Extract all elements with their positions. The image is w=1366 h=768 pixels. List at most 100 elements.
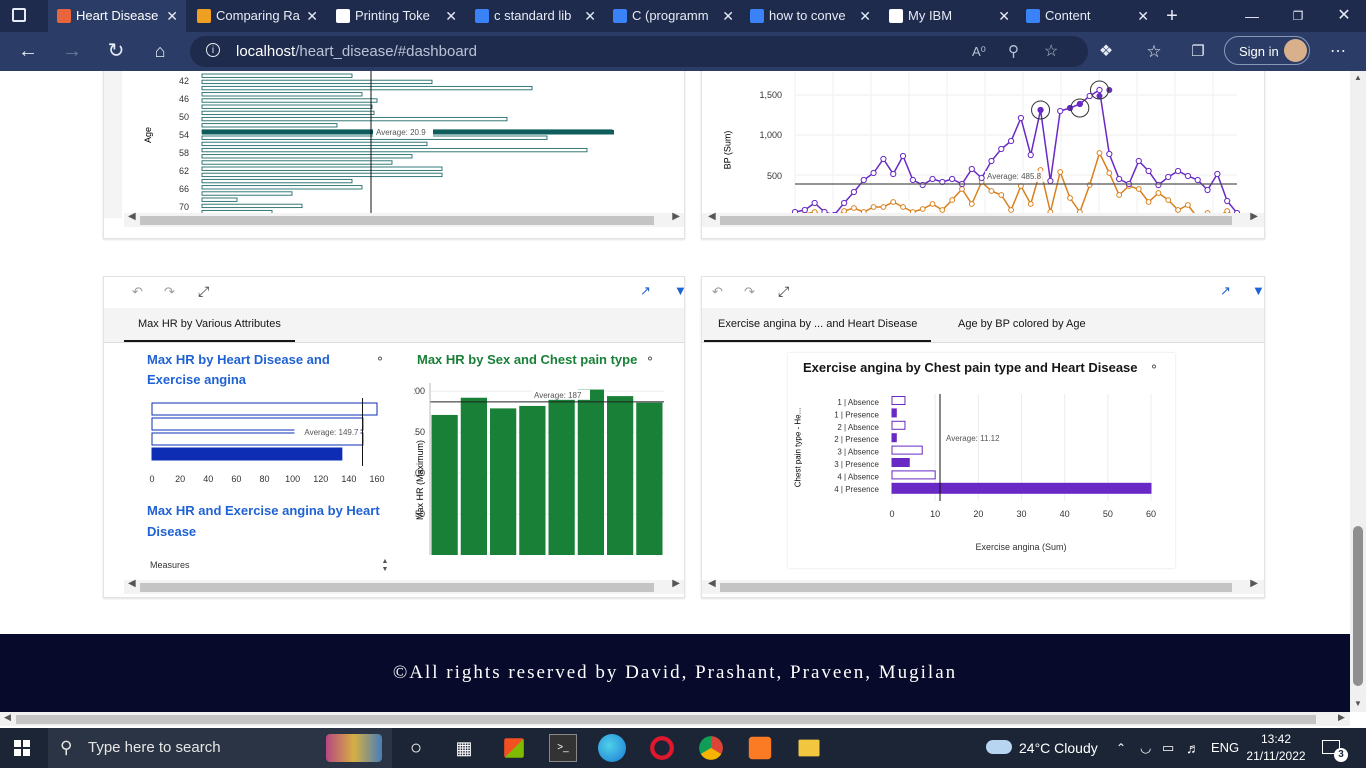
chest-pain-axis-label: Chest pain type - He...: [793, 407, 803, 488]
tab-age-by-bp[interactable]: Age by BP colored by Age: [944, 308, 1100, 340]
browser-tab[interactable]: Comparing Ra ✕: [188, 0, 326, 32]
extensions-icon[interactable]: ❖: [1088, 32, 1124, 71]
horizontal-scrollbar[interactable]: ◀ ▶: [702, 211, 1264, 227]
info-icon[interactable]: i: [206, 43, 220, 57]
tab-close-icon[interactable]: ✕: [998, 0, 1010, 32]
chart-type-icon[interactable]: ↗: [640, 283, 651, 299]
insight-bulb-icon[interactable]: ⚬: [1149, 360, 1159, 374]
filter-icon[interactable]: ▼: [674, 283, 684, 298]
browser-tab[interactable]: Heart Disease ✕: [48, 0, 186, 32]
battery-icon[interactable]: ▭: [1162, 728, 1174, 768]
browser-tab[interactable]: My IBM ✕: [880, 0, 1018, 32]
cortana-icon[interactable]: ○: [402, 734, 430, 762]
zoom-icon[interactable]: ⚲: [1008, 36, 1019, 67]
purple-point: [1194, 176, 1201, 184]
age-bar: [201, 185, 363, 190]
orange-point: [1165, 197, 1172, 203]
windows-start-icon[interactable]: [14, 740, 30, 756]
tab-close-icon[interactable]: ✕: [1137, 0, 1149, 32]
tab-favicon-icon: [336, 9, 350, 23]
browser-tab[interactable]: how to conve ✕: [741, 0, 879, 32]
file-explorer-icon[interactable]: [798, 739, 820, 757]
age-bar: [201, 147, 588, 153]
expand-icon[interactable]: ⤢: [778, 283, 789, 300]
purple-point: [968, 165, 975, 173]
store-icon[interactable]: [504, 738, 524, 758]
sign-in-button[interactable]: Sign in: [1224, 36, 1310, 65]
insight-bulb-icon[interactable]: ⚬: [645, 352, 655, 366]
max-hr-panel: ↶ ↷ ⤢ ↗ ▼ Max HR by Various Attributes M…: [103, 276, 685, 598]
forward-icon[interactable]: →: [54, 32, 90, 71]
avatar: [1284, 39, 1307, 62]
page-horizontal-scrollbar[interactable]: ◀ ▶: [0, 712, 1350, 726]
expand-icon[interactable]: ⤢: [198, 283, 209, 300]
tab-close-icon[interactable]: ✕: [859, 0, 871, 32]
hr2-y-tick: 50: [415, 509, 425, 519]
tab-close-icon[interactable]: ✕: [445, 0, 457, 32]
measures-scroll[interactable]: ▲ ▼: [379, 558, 391, 576]
restore-button[interactable]: ❐: [1286, 0, 1310, 32]
tab-actions-icon[interactable]: [12, 8, 26, 22]
back-icon[interactable]: ←: [10, 32, 46, 71]
network-icon[interactable]: ◡: [1140, 728, 1151, 768]
minimize-button[interactable]: —: [1240, 0, 1264, 32]
bp-tick-label: 1,500: [759, 90, 782, 100]
hr2-bar: [490, 408, 517, 555]
tab-close-icon[interactable]: ✕: [306, 0, 318, 32]
redo-icon[interactable]: ↷: [164, 284, 175, 300]
tab-max-hr-various[interactable]: Max HR by Various Attributes: [124, 308, 295, 342]
volume-icon[interactable]: ♬: [1186, 728, 1200, 768]
tab-close-icon[interactable]: ✕: [722, 0, 734, 32]
favorites-icon[interactable]: ☆: [1136, 32, 1172, 71]
url-field[interactable]: i localhost/heart_disease/#dashboard A⁰ …: [190, 36, 1088, 67]
opera-icon[interactable]: [650, 736, 674, 760]
browser-tab[interactable]: c standard lib ✕: [466, 0, 604, 32]
close-window-button[interactable]: ✕: [1332, 0, 1356, 32]
tab-close-icon[interactable]: ✕: [166, 0, 178, 32]
clock[interactable]: 13:42 21/11/2022: [1246, 731, 1306, 765]
ex-category-label: 3 | Absence: [837, 448, 879, 457]
browser-tab[interactable]: Printing Toke ✕: [327, 0, 465, 32]
redo-icon[interactable]: ↷: [744, 284, 755, 300]
age-bar: [201, 141, 428, 147]
insight-bulb-icon[interactable]: ⚬: [375, 352, 385, 366]
filter-icon[interactable]: ▼: [1252, 283, 1264, 298]
ex-x-tick: 0: [889, 509, 894, 519]
xampp-icon[interactable]: [748, 736, 772, 760]
taskbar-search[interactable]: ⚲ Type here to search: [48, 728, 392, 768]
tab-label: Content: [1045, 8, 1091, 23]
home-icon[interactable]: ⌂: [142, 32, 178, 71]
tab-close-icon[interactable]: ✕: [584, 0, 596, 32]
footer-copyright: ©All rights reserved by David, Prashant,…: [392, 662, 958, 683]
task-view-icon[interactable]: ▦: [450, 734, 478, 762]
horizontal-scrollbar[interactable]: ◀ ▶: [702, 578, 1264, 594]
orange-point: [1135, 186, 1142, 192]
undo-icon[interactable]: ↶: [712, 284, 723, 300]
undo-icon[interactable]: ↶: [132, 284, 143, 300]
language-indicator[interactable]: ENG: [1211, 728, 1239, 768]
refresh-icon[interactable]: ↻: [98, 32, 134, 71]
collections-icon[interactable]: ❐: [1180, 32, 1216, 71]
orange-point: [998, 192, 1005, 198]
favorite-add-icon[interactable]: ☆: [1044, 36, 1058, 67]
edge-icon[interactable]: [598, 734, 626, 762]
read-aloud-icon[interactable]: A⁰: [972, 36, 986, 67]
age-bar: [201, 154, 413, 159]
bp-chart-panel: BP (Sum) 1,500 1,000 500 Average: 485.8 ◀ ▶: [701, 71, 1265, 239]
weather-text[interactable]: 24°C Cloudy: [1019, 728, 1098, 768]
chart-type-icon[interactable]: ↗: [1220, 283, 1231, 299]
horizontal-scrollbar[interactable]: ◀ ▶: [124, 578, 684, 594]
tab-favicon-icon: [197, 9, 211, 23]
browser-tab[interactable]: C (programm ✕: [604, 0, 742, 32]
tab-exercise-angina[interactable]: Exercise angina by ... and Heart Disease: [704, 308, 932, 342]
vertical-scrollbar[interactable]: ▲ ▼: [1350, 71, 1366, 712]
tray-chevron-icon[interactable]: ⌃: [1116, 728, 1126, 768]
more-icon[interactable]: ⋯: [1320, 32, 1356, 71]
new-tab-button[interactable]: +: [1160, 0, 1184, 32]
chrome-icon[interactable]: [699, 736, 723, 760]
purple-point: [1106, 150, 1113, 158]
browser-tab[interactable]: Content ✕: [1017, 0, 1157, 32]
terminal-icon[interactable]: >_: [549, 734, 577, 762]
horizontal-scrollbar[interactable]: ◀ ▶: [124, 211, 684, 227]
orange-point: [1067, 195, 1073, 201]
